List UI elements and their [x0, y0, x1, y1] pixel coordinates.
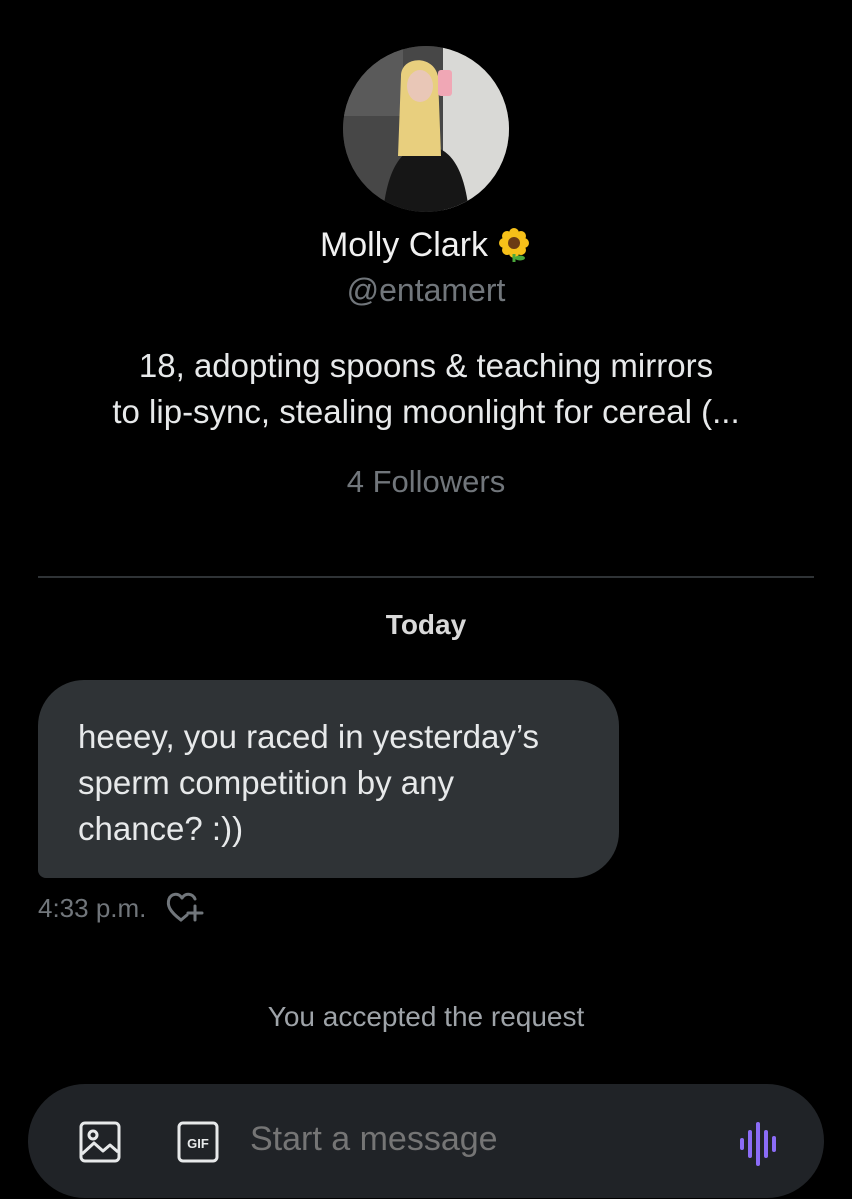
add-image-button[interactable] — [78, 1120, 122, 1164]
sunflower-icon — [496, 226, 532, 271]
message-input[interactable] — [250, 1120, 690, 1159]
message-timestamp: 4:33 p.m. — [38, 893, 147, 923]
message-line: heeey, you raced in yesterday’s — [78, 718, 540, 755]
followers-count[interactable]: 4 Followers — [0, 464, 852, 500]
bio-line: to lip-sync, stealing moonlight for cere… — [112, 393, 740, 430]
message-line: chance? :)) — [78, 810, 244, 847]
bio-line: 18, adopting spoons & teaching mirrors — [138, 347, 714, 384]
add-reaction-button[interactable] — [165, 889, 205, 925]
profile-name: Molly Clark — [319, 226, 489, 264]
voice-waveform-icon — [740, 1122, 776, 1166]
message-line: sperm competition by any — [78, 764, 455, 801]
divider — [38, 576, 814, 578]
day-separator: Today — [385, 609, 467, 640]
profile-bio: 18, adopting spoons & teaching mirrors t… — [40, 343, 812, 435]
request-accepted-notice: You accepted the request — [267, 1001, 585, 1032]
heart-plus-icon — [166, 892, 204, 922]
voice-message-button[interactable] — [738, 1122, 782, 1166]
gif-label: GIF — [187, 1136, 209, 1151]
gif-icon: GIF — [177, 1121, 219, 1163]
add-gif-button[interactable]: GIF — [176, 1120, 220, 1164]
message-composer: GIF — [28, 1084, 824, 1198]
message-bubble[interactable]: heeey, you raced in yesterday’s sperm co… — [38, 680, 619, 878]
profile-name-row: Molly Clark — [0, 226, 852, 271]
profile-avatar[interactable] — [343, 46, 509, 212]
profile-handle: @entamert — [346, 272, 506, 308]
image-icon — [79, 1121, 121, 1163]
avatar-photo — [343, 46, 509, 212]
